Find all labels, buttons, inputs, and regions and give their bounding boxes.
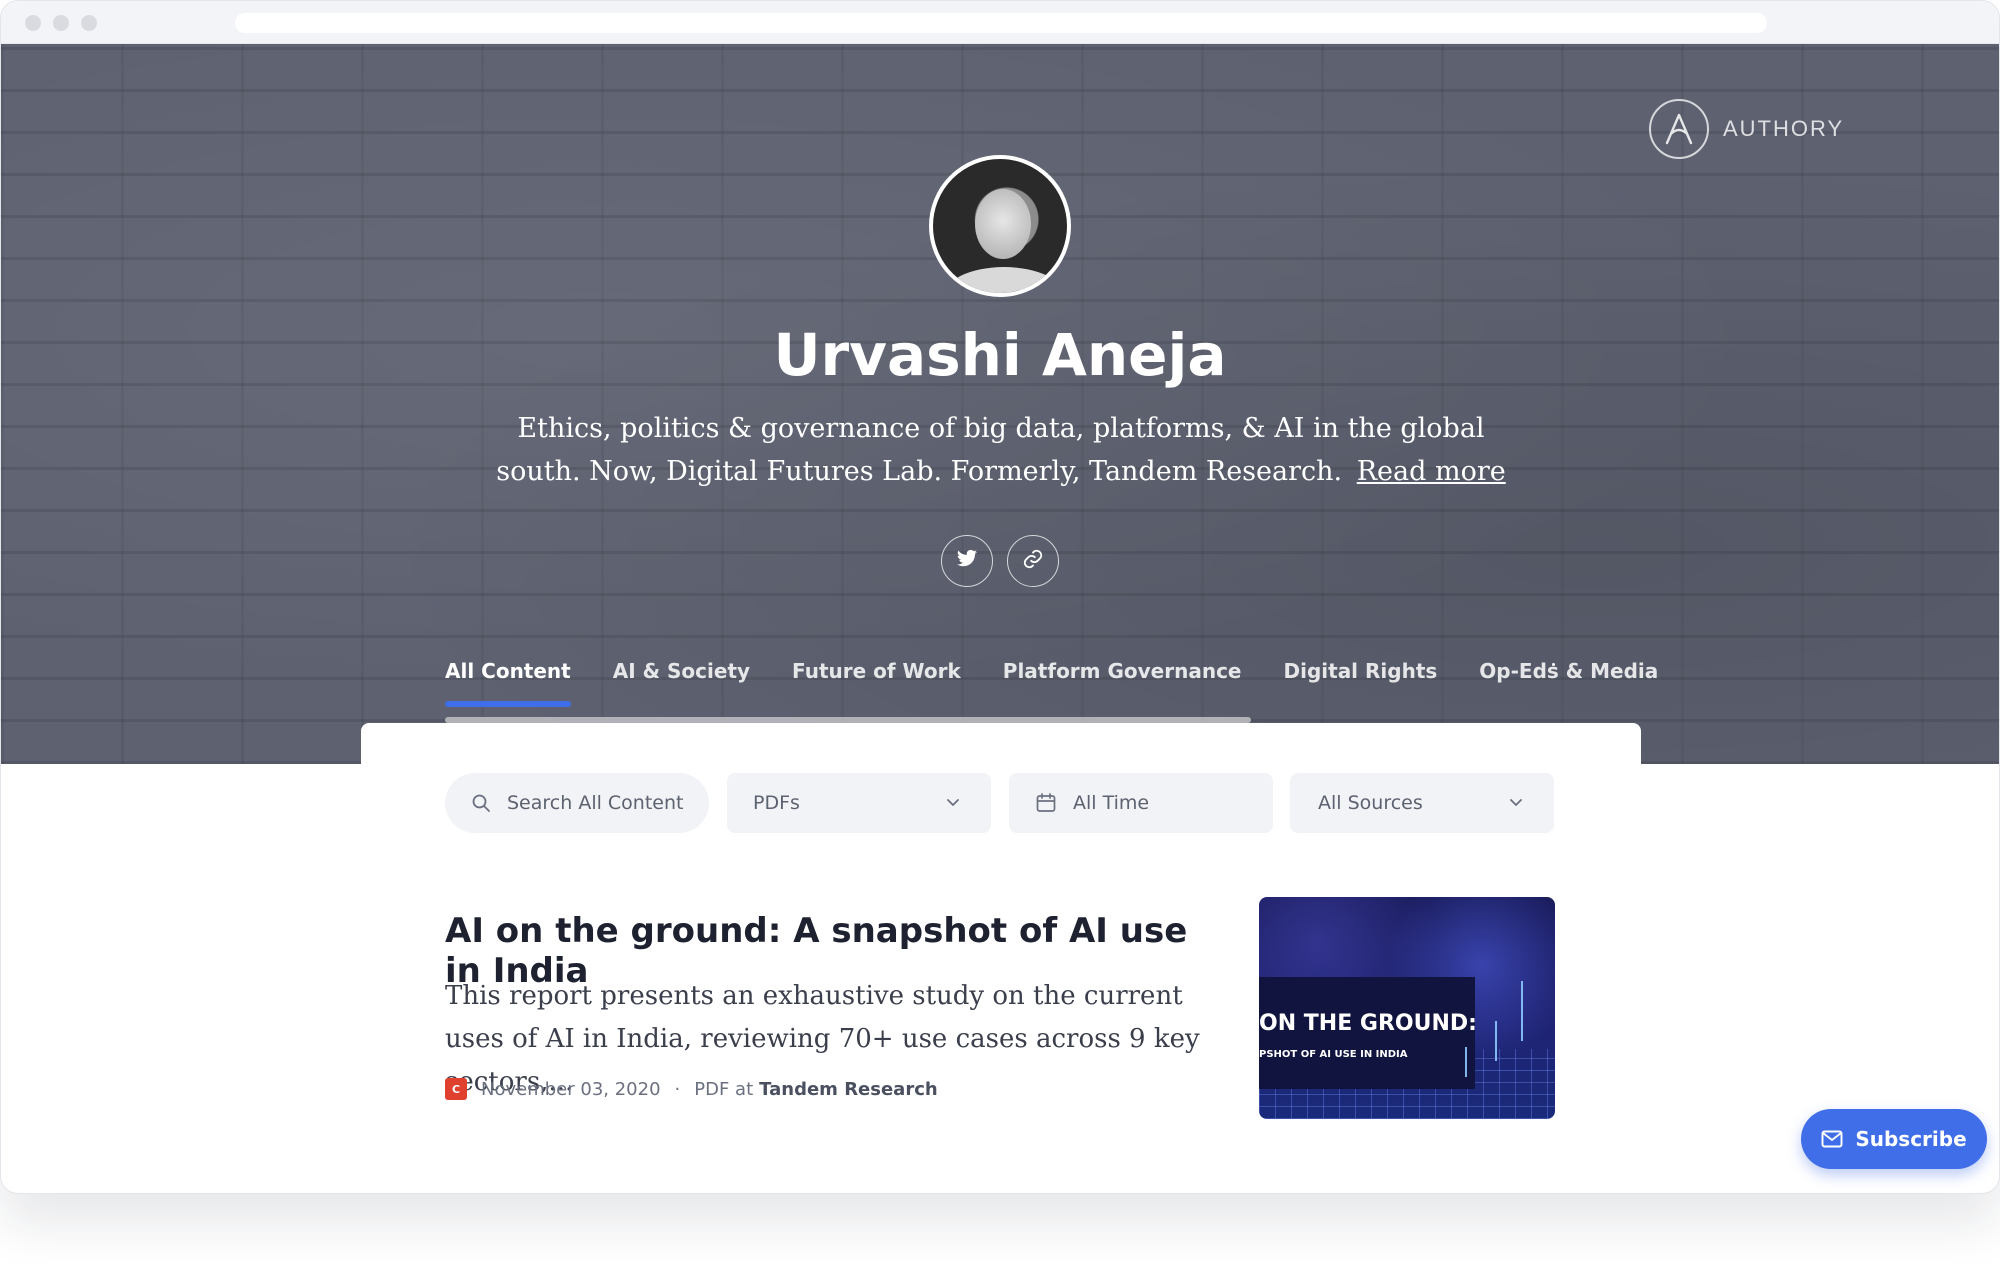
profile-bio-text: Ethics, politics & governance of big dat… <box>496 413 1485 487</box>
chevron-down-icon <box>943 792 963 817</box>
browser-chrome <box>1 1 1999 44</box>
subscribe-label: Subscribe <box>1855 1127 1967 1151</box>
tab-all-content[interactable]: All Content <box>445 657 571 717</box>
source-badge-icon: C <box>445 1078 467 1100</box>
window-maximize-dot[interactable] <box>81 15 97 31</box>
tab-op-eds-media[interactable]: Op-Eds & Media <box>1479 657 1658 717</box>
article-format: PDF at <box>694 1078 754 1100</box>
profile-bio: Ethics, politics & governance of big dat… <box>481 407 1521 493</box>
type-filter-value: PDFs <box>753 792 800 814</box>
tab-future-of-work[interactable]: Future of Work <box>792 657 961 717</box>
article-meta: C November 03, 2020 · PDF at Tandem Rese… <box>445 1077 938 1101</box>
tab-ai-society[interactable]: AI & Society <box>613 657 750 717</box>
twitter-icon <box>956 549 978 574</box>
thumbnail-headline: ON THE GROUND: <box>1259 1011 1477 1036</box>
link-icon <box>1022 548 1044 575</box>
tab-digital-rights[interactable]: Digital Rights <box>1284 657 1438 717</box>
read-more-link[interactable]: Read more <box>1357 456 1506 487</box>
search-input[interactable]: Search All Content <box>445 773 709 833</box>
search-placeholder: Search All Content <box>507 792 684 814</box>
window-close-dot[interactable] <box>25 15 41 31</box>
address-bar[interactable] <box>235 13 1767 33</box>
article-date: November 03, 2020 <box>481 1078 661 1100</box>
chevron-down-icon <box>1506 792 1526 817</box>
mail-icon <box>1821 1130 1843 1148</box>
window-minimize-dot[interactable] <box>53 15 69 31</box>
tab-platform-governance[interactable]: Platform Governance <box>1003 657 1242 717</box>
website-link-button[interactable] <box>1007 535 1059 587</box>
thumbnail-light-line <box>1465 1047 1467 1077</box>
time-filter-select[interactable]: All Time <box>1009 773 1273 833</box>
content-tabs: All Content AI & Society Future of Work … <box>445 657 1658 717</box>
avatar-shoulder <box>943 267 1065 293</box>
calendar-icon <box>1035 792 1057 814</box>
article-thumbnail[interactable]: ON THE GROUND: PSHOT OF AI USE IN INDIA <box>1259 897 1555 1119</box>
type-filter-select[interactable]: PDFs <box>727 773 991 833</box>
profile-name: Urvashi Aneja <box>773 321 1227 389</box>
authory-logo-icon <box>1649 99 1709 159</box>
avatar-face <box>975 189 1031 259</box>
avatar <box>929 155 1071 297</box>
meta-separator: · <box>674 1078 681 1100</box>
twitter-button[interactable] <box>941 535 993 587</box>
browser-window: AUTHORY Urvashi Aneja Ethics, politics &… <box>0 0 2000 1194</box>
thumbnail-subheadline: PSHOT OF AI USE IN INDIA <box>1259 1049 1408 1060</box>
time-filter-value: All Time <box>1073 792 1150 814</box>
subscribe-button[interactable]: Subscribe <box>1801 1109 1987 1169</box>
thumbnail-light-line <box>1521 981 1523 1041</box>
article-publisher[interactable]: Tandem Research <box>759 1079 938 1100</box>
brand-logo[interactable]: AUTHORY <box>1649 98 1844 160</box>
thumbnail-light-line <box>1495 1021 1497 1061</box>
brand-name: AUTHORY <box>1723 116 1845 141</box>
tabs-overflow-indicator <box>1552 663 1555 666</box>
sources-filter-value: All Sources <box>1318 792 1423 814</box>
search-icon <box>471 793 491 813</box>
sources-filter-select[interactable]: All Sources <box>1290 773 1554 833</box>
